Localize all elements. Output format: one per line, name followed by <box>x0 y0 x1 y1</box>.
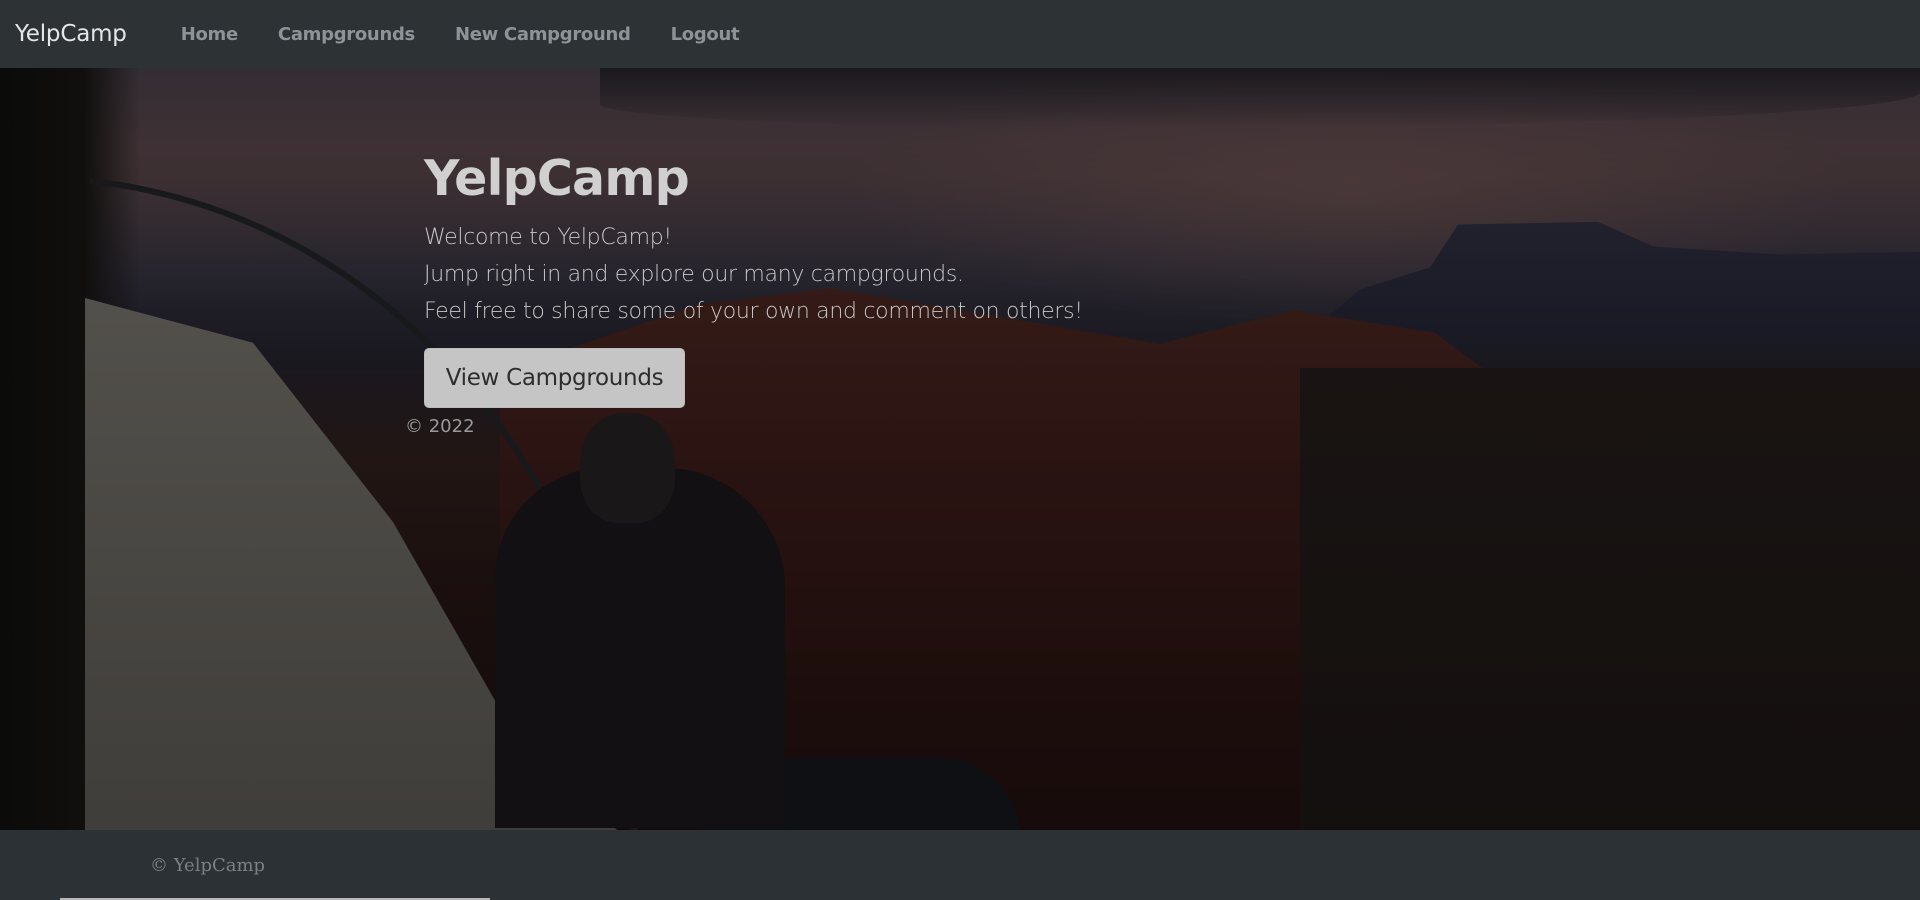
hero-title: YelpCamp <box>424 150 690 207</box>
hero-section: YelpCamp Welcome to YelpCamp! Jump right… <box>0 68 1920 830</box>
nav-link-campgrounds[interactable]: Campgrounds <box>258 24 435 45</box>
view-campgrounds-button[interactable]: View Campgrounds <box>424 348 685 408</box>
nav-link-new-campground[interactable]: New Campground <box>435 24 651 45</box>
brand-link[interactable]: YelpCamp <box>15 21 127 47</box>
footer-copyright: © YelpCamp <box>150 855 266 876</box>
hero-share-text: Feel free to share some of your own and … <box>424 299 1083 324</box>
nav-links: Home Campgrounds New Campground Logout <box>161 24 760 45</box>
hero-explore-text: Jump right in and explore our many campg… <box>424 262 964 287</box>
hero-welcome-text: Welcome to YelpCamp! <box>424 225 672 250</box>
nav-link-logout[interactable]: Logout <box>651 24 760 45</box>
navbar: YelpCamp Home Campgrounds New Campground… <box>0 0 1920 68</box>
nav-link-home[interactable]: Home <box>161 24 258 45</box>
footer: © YelpCamp <box>0 830 1920 900</box>
hero-content: YelpCamp Welcome to YelpCamp! Jump right… <box>424 150 1083 408</box>
hero-copyright: © 2022 <box>405 416 475 437</box>
